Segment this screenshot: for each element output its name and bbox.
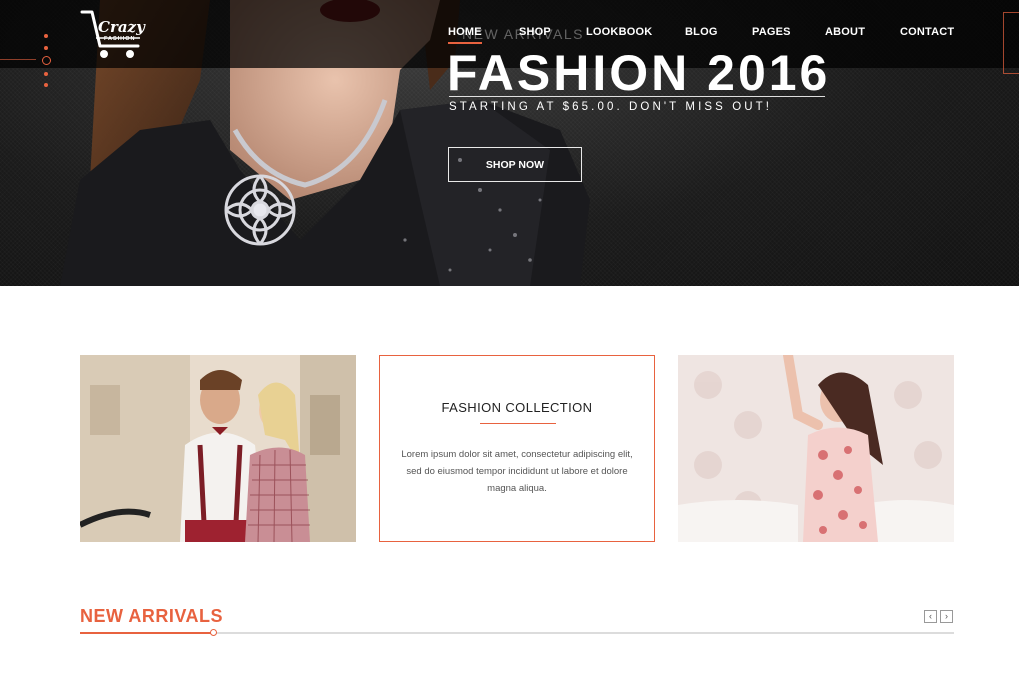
slide-dot[interactable] bbox=[44, 72, 48, 76]
collection-divider bbox=[480, 423, 556, 424]
logo-subtext: FASHION bbox=[104, 36, 136, 42]
collection-title: FASHION COLLECTION bbox=[441, 400, 593, 415]
nav-item-contact[interactable]: CONTACT bbox=[900, 26, 954, 38]
slide-dot[interactable] bbox=[44, 34, 48, 38]
nav-item-pages[interactable]: PAGES bbox=[752, 26, 791, 38]
new-arrivals-accent-line bbox=[80, 632, 213, 634]
fashion-collection-card[interactable]: FASHION COLLECTION Lorem ipsum dolor sit… bbox=[379, 355, 655, 542]
prev-arrow-button[interactable]: ‹ bbox=[924, 610, 937, 623]
banner-model-image[interactable] bbox=[678, 355, 954, 542]
hero-divider bbox=[449, 96, 825, 97]
slide-dot[interactable] bbox=[44, 83, 48, 87]
nav-item-blog[interactable]: BLOG bbox=[685, 26, 718, 38]
logo-text: Crazy bbox=[98, 18, 145, 36]
nav-item-lookbook[interactable]: LOOKBOOK bbox=[586, 26, 652, 38]
new-arrivals-heading: NEW ARRIVALS bbox=[80, 606, 223, 626]
pagination-line bbox=[0, 59, 36, 60]
couple-photo bbox=[80, 355, 356, 542]
model-photo bbox=[678, 355, 954, 542]
nav-item-about[interactable]: ABOUT bbox=[825, 26, 865, 38]
logo[interactable]: Crazy FASHION bbox=[80, 8, 146, 60]
hero-slider: Crazy FASHION NEW ARRIVALS HOME SHOP LOO… bbox=[0, 0, 1019, 286]
hero-tagline: STARTING AT $65.00. DON'T MISS OUT! bbox=[449, 101, 773, 113]
next-arrow-button[interactable]: › bbox=[940, 610, 953, 623]
nav-item-shop[interactable]: SHOP bbox=[519, 26, 551, 38]
slider-next-edge[interactable] bbox=[1003, 12, 1019, 74]
hero-title: FASHION 2016 bbox=[447, 45, 831, 101]
banner-couple-image[interactable] bbox=[80, 355, 356, 542]
divider-dot bbox=[210, 629, 217, 636]
shop-now-button[interactable]: SHOP NOW bbox=[448, 147, 582, 182]
nav-item-home[interactable]: HOME bbox=[448, 26, 482, 44]
slide-dot[interactable] bbox=[44, 46, 48, 50]
slide-dot-active[interactable] bbox=[41, 56, 51, 65]
collection-description: Lorem ipsum dolor sit amet, consectetur … bbox=[401, 449, 633, 494]
